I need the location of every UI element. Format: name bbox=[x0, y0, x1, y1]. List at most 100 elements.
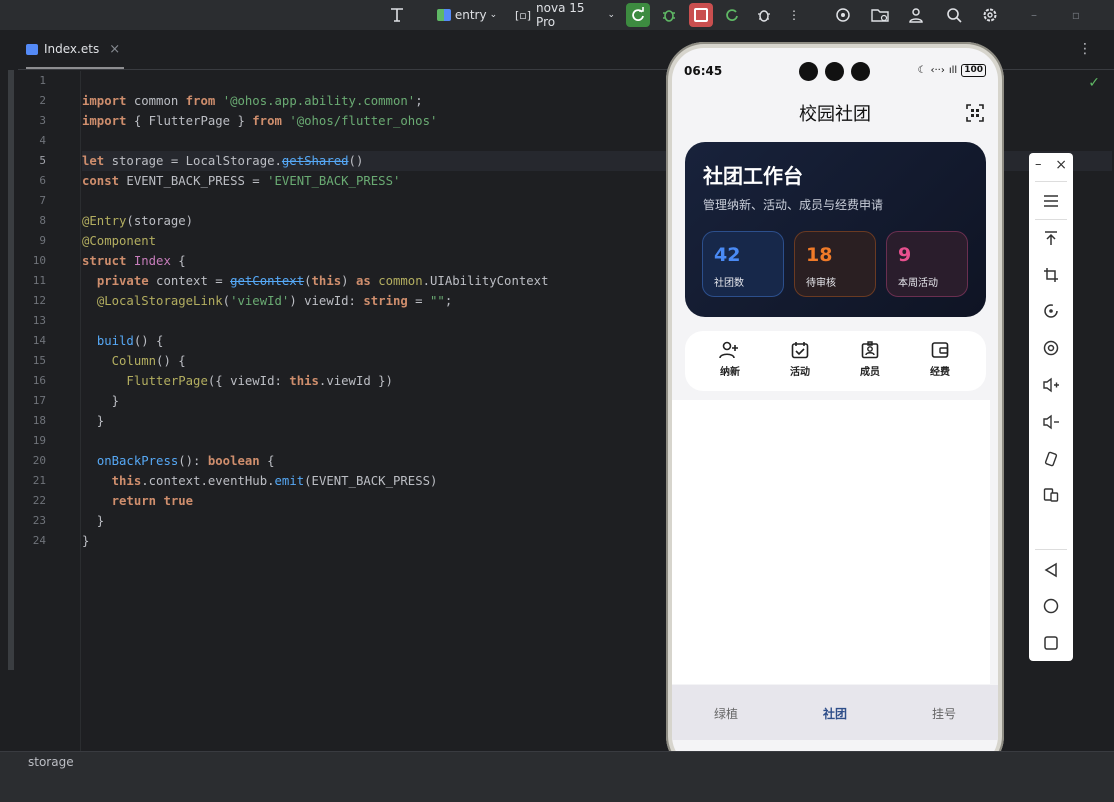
quick-action-label: 经费 bbox=[930, 367, 950, 378]
member-card-icon bbox=[861, 341, 879, 359]
line-number: 9 bbox=[39, 234, 46, 247]
run-button[interactable] bbox=[626, 3, 650, 27]
line-number: 18 bbox=[32, 414, 46, 427]
module-selector[interactable]: entry ⌄ bbox=[434, 3, 500, 27]
code-line-2: import common from '@ohos.app.ability.co… bbox=[82, 94, 423, 108]
line-number: 5 bbox=[39, 154, 46, 167]
stat-card-clubs[interactable]: 42 社团数 bbox=[702, 231, 784, 297]
battery-icon: 100 bbox=[961, 64, 986, 77]
tab-index-ets[interactable]: Index.ets × bbox=[26, 31, 124, 69]
target-icon[interactable] bbox=[831, 3, 855, 27]
stop-button[interactable] bbox=[689, 3, 713, 27]
line-number: 7 bbox=[39, 194, 46, 207]
volume-down-icon[interactable] bbox=[1039, 410, 1063, 434]
debug-button[interactable] bbox=[657, 3, 681, 27]
code-line-15: Column() { bbox=[111, 354, 186, 368]
nav-item-registration[interactable]: 挂号 bbox=[890, 705, 998, 722]
code-line-18: } bbox=[82, 414, 105, 428]
line-number: 23 bbox=[32, 514, 46, 527]
quick-action-members[interactable]: 成员 bbox=[840, 341, 900, 378]
status-icons: ☾ ‹··› ıll 100 bbox=[918, 64, 986, 77]
code-line-9: @Component bbox=[82, 234, 157, 248]
line-number: 22 bbox=[32, 494, 46, 507]
breadcrumb[interactable]: storage bbox=[28, 755, 74, 769]
more-tabs-icon[interactable]: ⋮ bbox=[1078, 41, 1092, 57]
minimize-icon[interactable]: – bbox=[1022, 3, 1046, 27]
stat-card-weekly[interactable]: 9 本周活动 bbox=[886, 231, 968, 297]
device-label: nova 15 Pro bbox=[536, 1, 585, 29]
code-line-17: } bbox=[82, 394, 120, 408]
line-number: 4 bbox=[39, 134, 46, 147]
text-tool-icon[interactable] bbox=[385, 3, 409, 27]
gear-icon[interactable] bbox=[978, 3, 1002, 27]
home-icon[interactable] bbox=[1039, 594, 1063, 618]
line-number: 6 bbox=[39, 174, 46, 187]
menu-icon[interactable] bbox=[1039, 189, 1063, 213]
divider bbox=[1035, 219, 1067, 220]
maximize-icon[interactable]: ▫ bbox=[1064, 3, 1088, 27]
minimize-icon[interactable]: – bbox=[1035, 157, 1042, 172]
line-number: 13 bbox=[32, 314, 46, 327]
more-actions-icon[interactable]: ⋮ bbox=[782, 3, 806, 27]
line-number: 17 bbox=[32, 394, 46, 407]
stat-value: 9 bbox=[898, 244, 912, 266]
bug-icon bbox=[663, 10, 675, 22]
left-tool-strip bbox=[0, 70, 16, 750]
line-number: 1 bbox=[39, 74, 46, 87]
close-icon[interactable]: × bbox=[109, 42, 120, 57]
tab-label: Index.ets bbox=[44, 42, 100, 56]
recents-icon[interactable] bbox=[1039, 631, 1063, 655]
code-line-8: @Entry(storage) bbox=[82, 214, 194, 228]
workbench-title: 社团工作台 bbox=[703, 164, 803, 188]
wallet-icon bbox=[931, 342, 949, 358]
status-bar: 06:45 ☾ ‹··› ıll 100 bbox=[672, 48, 998, 92]
qr-scan-icon[interactable] bbox=[966, 104, 984, 122]
chevron-down-icon: ⌄ bbox=[607, 10, 615, 20]
nav-item-plants[interactable]: 绿植 bbox=[672, 705, 780, 722]
multi-device-icon[interactable] bbox=[1039, 483, 1063, 507]
quick-action-activity[interactable]: 活动 bbox=[770, 341, 830, 378]
code-line-23: } bbox=[82, 514, 105, 528]
line-number: 10 bbox=[32, 254, 46, 267]
code-line-14: build() { bbox=[96, 334, 164, 348]
device-selector[interactable]: [▫] nova 15 Pro ⌄ bbox=[515, 1, 615, 29]
search-icon[interactable] bbox=[942, 3, 966, 27]
screen-rotate-icon[interactable] bbox=[1039, 447, 1063, 471]
content-area bbox=[672, 400, 990, 684]
volume-up-icon[interactable] bbox=[1039, 373, 1063, 397]
signal-icon: ıll bbox=[948, 65, 958, 76]
code-line-12: @LocalStorageLink('viewId') viewId: stri… bbox=[96, 294, 453, 308]
close-icon[interactable]: × bbox=[1055, 157, 1067, 173]
quick-action-recruit[interactable]: 纳新 bbox=[700, 341, 760, 378]
stat-label: 本周活动 bbox=[898, 278, 938, 289]
ets-file-icon bbox=[26, 43, 38, 55]
code-line-22: return true bbox=[111, 494, 194, 508]
device-frame: 06:45 ☾ ‹··› ıll 100 校园社团 社团工作台 管理纳新、活动、… bbox=[666, 42, 1004, 774]
pin-top-icon[interactable] bbox=[1039, 226, 1063, 250]
page-title: 校园社团 bbox=[799, 104, 871, 125]
line-number: 20 bbox=[32, 454, 46, 467]
stat-card-pending[interactable]: 18 待审核 bbox=[794, 231, 876, 297]
nav-item-clubs[interactable]: 社团 bbox=[781, 705, 889, 722]
module-label: entry bbox=[454, 8, 487, 22]
user-icon[interactable] bbox=[904, 3, 928, 27]
crop-icon[interactable] bbox=[1039, 263, 1063, 287]
code-line-24: } bbox=[82, 534, 90, 548]
divider bbox=[1035, 549, 1067, 550]
code-line-20: onBackPress(): boolean { bbox=[96, 454, 275, 468]
quick-action-label: 活动 bbox=[790, 367, 810, 378]
rotate-icon[interactable] bbox=[1039, 299, 1063, 323]
code-line-3: import { FlutterPage } from '@ohos/flutt… bbox=[82, 114, 438, 128]
apply-changes-button[interactable] bbox=[720, 3, 744, 27]
stop-icon bbox=[694, 8, 708, 22]
attach-debugger-button[interactable] bbox=[752, 3, 776, 27]
at-sign-icon[interactable] bbox=[1039, 336, 1063, 360]
line-number: 21 bbox=[32, 474, 46, 487]
reload-icon bbox=[726, 9, 738, 21]
folder-search-icon[interactable] bbox=[868, 3, 892, 27]
code-line-10: struct Index { bbox=[82, 254, 186, 268]
workbench-card: 社团工作台 管理纳新、活动、成员与经费申请 42 社团数 18 待审核 9 本周… bbox=[685, 142, 986, 317]
quick-action-funds[interactable]: 经费 bbox=[910, 341, 970, 378]
back-icon[interactable] bbox=[1039, 558, 1063, 582]
workbench-subtitle: 管理纳新、活动、成员与经费申请 bbox=[703, 198, 884, 212]
